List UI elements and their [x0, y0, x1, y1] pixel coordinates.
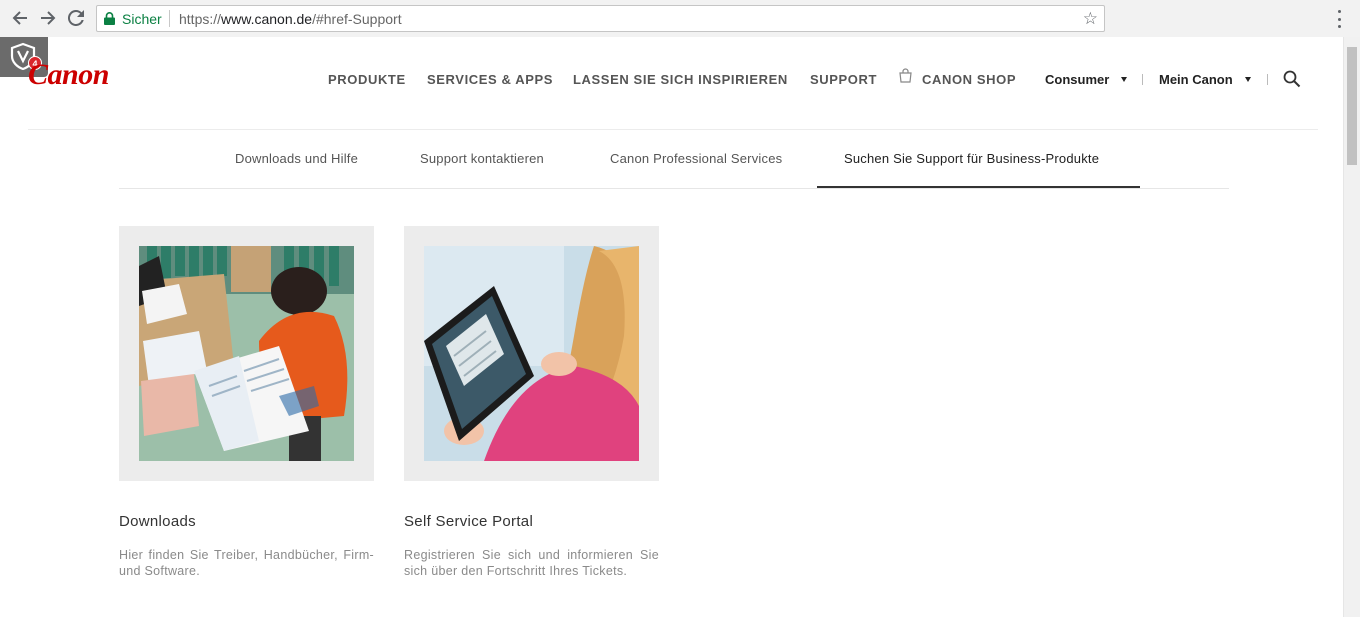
address-bar[interactable]: Sicher https://www.canon.de/#href-Suppor…: [96, 5, 1105, 32]
nav-canon-shop[interactable]: CANON SHOP: [922, 72, 1016, 87]
nav-support[interactable]: SUPPORT: [810, 72, 877, 87]
browser-toolbar: Sicher https://www.canon.de/#href-Suppor…: [0, 0, 1360, 37]
secure-label: Sicher: [122, 11, 162, 27]
page-scrollbar[interactable]: [1343, 37, 1360, 617]
nav-inspire[interactable]: LASSEN SIE SICH INSPIRIEREN: [573, 72, 788, 87]
divider: [1267, 74, 1268, 85]
forward-arrow-icon[interactable]: [37, 7, 59, 29]
caret-down-icon: [1121, 77, 1128, 83]
nav-produkte[interactable]: PRODUKTE: [328, 72, 406, 87]
tab-support-kontaktieren[interactable]: Support kontaktieren: [420, 151, 544, 166]
star-icon[interactable]: ☆: [1083, 9, 1098, 29]
reload-icon[interactable]: [65, 7, 87, 29]
lock-icon: [104, 12, 116, 26]
downloads-card: Downloads Hier finden Sie Treiber, Handb…: [119, 226, 374, 578]
caret-down-icon: [1244, 77, 1251, 83]
tab-canon-professional-services[interactable]: Canon Professional Services: [610, 151, 782, 166]
search-icon[interactable]: [1283, 70, 1301, 88]
kebab-menu-icon[interactable]: [1336, 10, 1342, 28]
downloads-card-description: Hier finden Sie Treiber, Handbücher, Fir…: [119, 548, 374, 578]
url-scheme: https://: [179, 11, 222, 27]
downloads-card-title[interactable]: Downloads: [119, 513, 196, 530]
subnav-divider: [119, 188, 1229, 189]
downloads-card-image[interactable]: [119, 226, 374, 481]
woman-reading-documents-image: [139, 246, 354, 461]
consumer-dropdown[interactable]: Consumer: [1045, 72, 1128, 87]
consumer-dropdown-label: Consumer: [1045, 72, 1110, 87]
self-service-portal-card-title[interactable]: Self Service Portal: [404, 513, 533, 530]
address-separator: [169, 10, 170, 27]
url-path: /#href-Support: [312, 11, 402, 27]
woman-with-tablet-image: [424, 246, 639, 461]
mein-canon-dropdown[interactable]: Mein Canon: [1159, 72, 1251, 87]
divider: [1142, 74, 1143, 85]
active-tab-indicator: [817, 186, 1140, 188]
nav-services-apps[interactable]: SERVICES & APPS: [427, 72, 553, 87]
url-text[interactable]: https://www.canon.de/#href-Support: [179, 11, 402, 27]
back-arrow-icon[interactable]: [9, 7, 31, 29]
tab-downloads-und-hilfe[interactable]: Downloads und Hilfe: [235, 151, 358, 166]
shopping-bag-icon[interactable]: [898, 68, 913, 83]
canon-logo[interactable]: Canon: [28, 58, 109, 92]
self-service-portal-card-description: Registrieren Sie sich und informieren Si…: [404, 548, 659, 578]
self-service-portal-card: Self Service Portal Registrieren Sie sic…: [404, 226, 659, 578]
self-service-portal-card-image[interactable]: [404, 226, 659, 481]
header-divider: [28, 129, 1318, 130]
mein-canon-label: Mein Canon: [1159, 72, 1233, 87]
tab-business-support[interactable]: Suchen Sie Support für Business-Produkte: [844, 151, 1099, 166]
url-host: www.canon.de: [221, 11, 313, 27]
scrollbar-thumb[interactable]: [1347, 47, 1357, 165]
